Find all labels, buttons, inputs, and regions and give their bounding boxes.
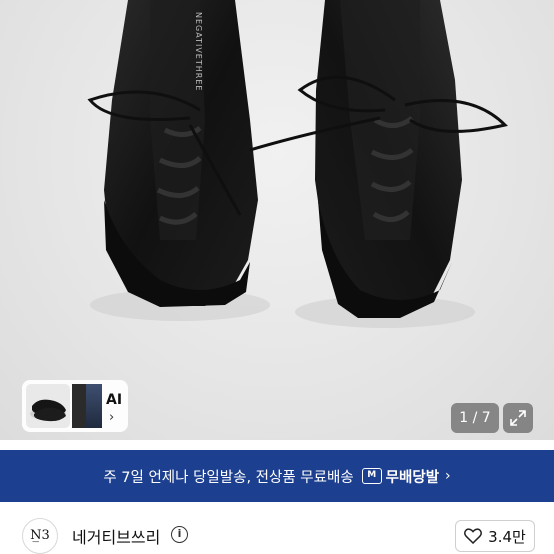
image-counter: 1 / 7 [451, 403, 499, 433]
thumbnail-second[interactable] [72, 384, 86, 428]
product-image[interactable]: NEGATIVETHREE [0, 0, 554, 440]
shipping-banner[interactable]: 주 7일 언제나 당일발송, 전상품 무료배송 M 무배당발 › [0, 450, 554, 502]
banner-badge-label: 무배당발 [385, 469, 440, 486]
like-button[interactable]: 3.4만 [455, 520, 535, 552]
shoe-thumbnail-icon [30, 399, 66, 422]
thumbnail-main[interactable] [26, 384, 70, 428]
left-shoe: NEGATIVETHREE [104, 0, 258, 307]
ai-badge[interactable]: AI [106, 392, 122, 408]
sneakers-photo: NEGATIVETHREE [87, 0, 508, 328]
info-icon[interactable]: i [171, 526, 188, 543]
chevron-right-icon[interactable]: › [109, 410, 114, 425]
thumbnail-third[interactable] [86, 384, 102, 428]
seller-logo[interactable]: N̲3 [22, 518, 58, 554]
right-shoe [315, 0, 462, 318]
chevron-right-icon: › [445, 468, 451, 484]
brand-print: NEGATIVETHREE [194, 12, 203, 91]
like-count: 3.4만 [488, 527, 526, 546]
heart-icon [464, 528, 483, 544]
seller-name[interactable]: 네거티브쓰리 [72, 524, 160, 548]
free-shipping-icon: M [361, 468, 382, 484]
expand-button[interactable] [503, 403, 533, 433]
banner-text: 주 7일 언제나 당일발송, 전상품 무료배송 [103, 469, 354, 486]
expand-icon [510, 410, 526, 426]
